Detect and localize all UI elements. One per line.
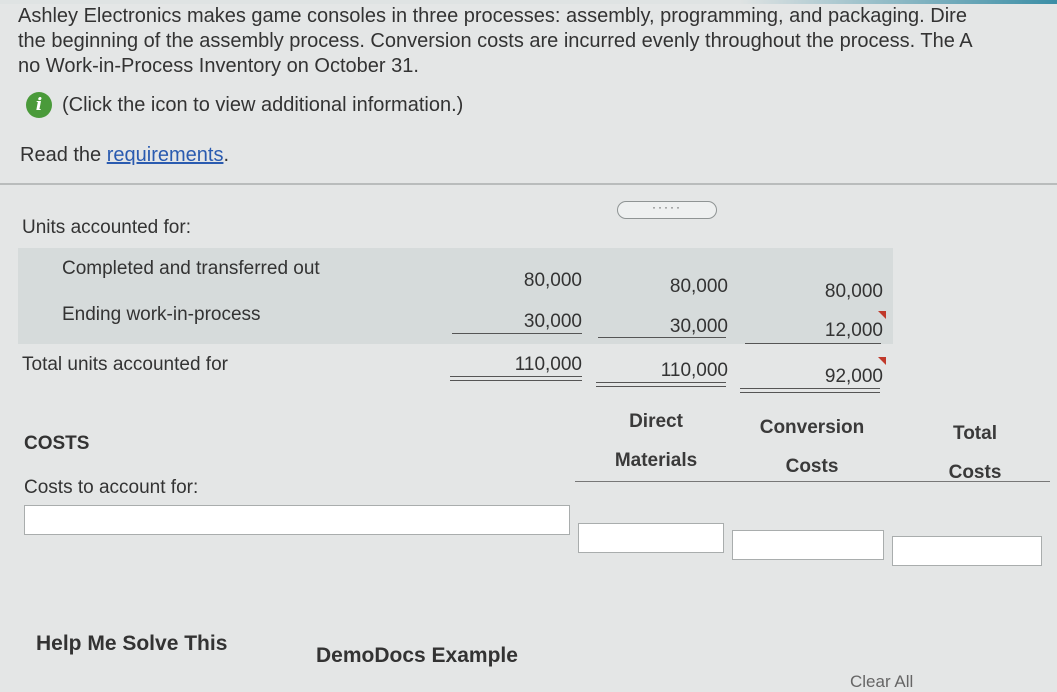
info-row: i (Click the icon to view additional inf…	[18, 92, 463, 118]
total-double-underline-dm	[596, 382, 726, 387]
requirements-link[interactable]: requirements	[107, 144, 224, 166]
header-total-line1: Total	[953, 423, 997, 444]
row-completed-conversion: 80,000	[824, 281, 883, 302]
total-dm: 110,000	[660, 360, 728, 381]
total-double-underline-conversion	[740, 388, 880, 393]
row-ending-conversion[interactable]: 12,000	[753, 320, 883, 342]
subtotal-underline-physical	[452, 333, 582, 334]
demodocs-example-button[interactable]: DemoDocs Example	[316, 644, 518, 668]
info-text: (Click the icon to view additional infor…	[62, 93, 464, 116]
subtotal-underline-conversion	[745, 343, 881, 344]
requirements-suffix: .	[223, 144, 230, 166]
help-me-solve-button[interactable]: Help Me Solve This	[36, 632, 227, 656]
requirements-prefix: Read the	[20, 144, 107, 166]
header-conversion-costs: Conversion Costs	[750, 417, 874, 478]
info-icon[interactable]: i	[26, 92, 52, 118]
incorrect-marker	[878, 311, 886, 319]
row-completed-physical: 80,000	[523, 270, 582, 291]
header-total-costs: Total Costs	[930, 423, 1020, 484]
header-direct-materials: Direct Materials	[596, 411, 716, 472]
costs-title: COSTS	[24, 433, 90, 454]
total-conversion[interactable]: 92,000	[753, 366, 883, 388]
total-units-label: Total units accounted for	[22, 354, 228, 375]
conversion-cost-input[interactable]	[732, 530, 884, 560]
costs-label-input[interactable]	[24, 505, 570, 535]
costs-header-underline	[575, 481, 1050, 482]
row-ending-physical: 30,000	[523, 311, 582, 332]
dm-cost-input[interactable]	[578, 523, 724, 553]
requirements-row: Read the requirements.	[20, 144, 229, 167]
section-divider	[0, 183, 1057, 185]
expand-button[interactable]: ·····	[617, 201, 717, 219]
clear-all-button[interactable]: Clear All	[850, 672, 913, 692]
header-cc-line1: Conversion	[759, 417, 865, 438]
header-dm-line1: Direct	[629, 411, 683, 432]
subtotal-underline-dm	[598, 337, 726, 338]
intro-line-1: Ashley Electronics makes game consoles i…	[18, 5, 967, 27]
problem-intro: Ashley Electronics makes game consoles i…	[18, 4, 1057, 79]
header-cc-line2: Costs	[785, 456, 839, 477]
row-completed-label: Completed and transferred out	[62, 258, 320, 279]
units-section-label: Units accounted for:	[22, 217, 191, 238]
total-physical: 110,000	[514, 354, 582, 375]
row-completed-dm: 80,000	[669, 276, 728, 297]
row-ending-label: Ending work-in-process	[62, 304, 261, 325]
intro-line-2: the beginning of the assembly process. C…	[18, 30, 973, 52]
row-ending-dm: 30,000	[669, 316, 728, 337]
intro-line-3: no Work-in-Process Inventory on October …	[18, 55, 419, 77]
header-dm-line2: Materials	[614, 450, 698, 471]
costs-section-label: Costs to account for:	[24, 477, 199, 498]
total-cost-input[interactable]	[892, 536, 1042, 566]
incorrect-marker	[878, 357, 886, 365]
total-double-underline-physical	[450, 376, 582, 381]
